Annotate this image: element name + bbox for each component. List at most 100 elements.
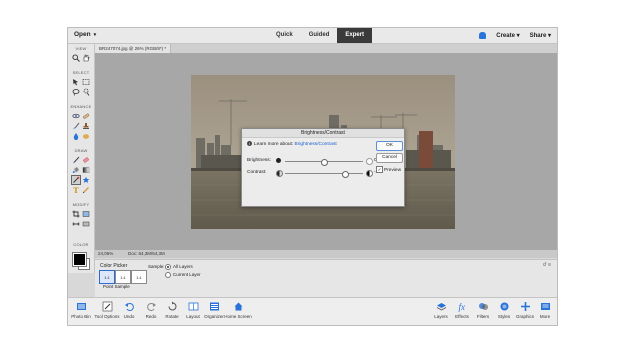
document-tab-title: BR247074.jpg @ 26% (RGB/8*) * [99,46,167,51]
svg-text:fx: fx [458,302,465,312]
brightness-contrast-dialog: Brightness/Contrast i Learn more about: B… [241,128,405,207]
share-button[interactable]: Share ▾ [530,32,551,39]
learn-more-row: i Learn more about: Brightness/Contrast [247,141,337,147]
brush-tool-icon[interactable] [72,156,80,164]
dialog-title: Brightness/Contrast [242,129,404,138]
toolbox: VIEW SELECT ENHANCE DRAW T MODIFY COLOR [68,44,95,273]
menu-icon[interactable]: ≡ [548,262,551,268]
point-sample-label: Point Sample [103,284,130,289]
lasso-tool-icon[interactable] [72,88,80,96]
create-button[interactable]: Create ▾ [496,32,519,39]
styles-label: Styles [497,314,511,319]
current-layer-radio[interactable]: Current Layer [165,272,201,278]
rotate-label: Rotate [165,314,179,319]
learn-prefix: Learn more about: [254,141,294,147]
radio-selected-icon [165,264,171,270]
sponge-tool-icon[interactable] [82,132,90,140]
open-button[interactable]: Open ▾ [74,31,96,38]
smart-brush-icon[interactable] [72,122,80,130]
blur-tool-icon[interactable] [72,132,80,140]
brightness-row: Brightness: 0 [247,157,383,166]
quick-selection-tool-icon[interactable] [82,88,90,96]
document-tab[interactable]: BR247074.jpg @ 26% (RGB/8*) * [95,44,172,53]
brightness-slider-thumb[interactable] [321,159,328,166]
crop-tool-icon[interactable] [72,210,80,218]
options-bar-icons: ↺ ≡ [542,262,551,268]
organizer-icon [209,301,220,312]
contrast-high-icon [366,170,373,177]
point-sample-button[interactable]: 1:1 [99,270,115,284]
undo-icon [124,301,135,312]
pencil-tool-icon[interactable] [82,186,90,194]
contrast-slider-thumb[interactable] [342,171,350,178]
paint-bucket-icon[interactable] [72,166,80,174]
top-right-actions: Create ▾ Share ▾ [479,28,551,43]
eraser-tool-icon[interactable] [82,156,90,164]
home-icon [233,301,244,312]
effects-label: Effects [455,314,469,319]
sample-5x5-button[interactable]: 1:1 [131,270,147,284]
layers-label: Layers [434,314,448,319]
eye-tool-icon[interactable] [72,112,80,120]
foreground-color-swatch[interactable] [73,253,86,266]
brightness-slider[interactable] [285,159,363,166]
tool-options-icon [102,301,113,312]
move-tool-icon[interactable] [72,78,80,86]
recompose-tool-icon[interactable] [82,210,90,218]
mode-tabs: Quick Guided Expert [268,28,373,43]
svg-text:T: T [73,186,79,194]
checkmark-icon: ✓ [376,166,383,173]
tool-options-title: Color Picker [100,263,128,269]
tab-guided[interactable]: Guided [301,28,338,43]
cancel-button[interactable]: Cancel [376,153,403,163]
learn-more-link[interactable]: Brightness/Contrast [295,142,337,147]
brightness-label: Brightness: [247,158,271,163]
straighten-tool-icon[interactable] [72,220,80,228]
ok-button[interactable]: OK [376,141,403,151]
spot-healing-brush-icon[interactable] [82,112,90,120]
preview-checkbox[interactable]: ✓ Preview [376,166,401,173]
content-aware-move-icon[interactable] [82,220,90,228]
sample-3x3-button[interactable]: 1:1 [115,270,131,284]
share-label: Share [529,33,547,39]
zoom-readout[interactable]: 24,06% [98,251,113,256]
canvas-area[interactable]: Brightness/Contrast i Learn more about: B… [95,53,557,258]
reset-icon[interactable]: ↺ [542,262,546,268]
more-button[interactable]: More [530,301,557,319]
home-screen-button[interactable]: Home Screen [221,301,255,319]
all-layers-radio[interactable]: All Layers [165,264,193,270]
app-window: Open ▾ Quick Guided Expert Create ▾ Share… [67,27,558,326]
photo-bin-label: Photo Bin [71,314,91,319]
info-icon: i [247,141,252,146]
section-enhance: ENHANCE [70,104,92,109]
color-picker-icon[interactable] [71,175,81,185]
bottom-panel-bar: Photo Bin Tool Options Undo Redo Rotate … [68,297,557,325]
type-tool-icon[interactable]: T [72,186,80,194]
gradient-tool-icon[interactable] [82,166,90,174]
more-label: More [539,314,551,319]
section-color: COLOR [73,242,89,247]
styles-icon [499,301,510,312]
notification-bell-icon[interactable] [479,32,487,39]
redo-icon [146,301,157,312]
chevron-down-icon: ▾ [93,32,97,38]
custom-shape-icon[interactable] [82,176,90,184]
section-select: SELECT [72,70,90,75]
layout-label: Layout [186,314,200,319]
more-icon [540,301,551,312]
contrast-label: Contrast: [247,170,267,175]
home-screen-label: Home Screen [224,314,252,319]
doc-size-readout: Doc: 64,3M/64,3M [128,251,165,256]
plus-icon [520,301,531,312]
zoom-tool-icon[interactable] [72,54,80,62]
tab-quick[interactable]: Quick [268,28,301,43]
section-modify: MODIFY [72,202,90,207]
layers-icon [436,301,447,312]
contrast-slider[interactable] [285,171,363,178]
clone-stamp-icon[interactable] [82,122,90,130]
undo-label: Undo [123,314,135,319]
hand-tool-icon[interactable] [82,54,90,62]
tab-expert[interactable]: Expert [337,28,373,43]
marquee-tool-icon[interactable] [82,78,90,86]
brightness-high-icon [366,158,373,165]
